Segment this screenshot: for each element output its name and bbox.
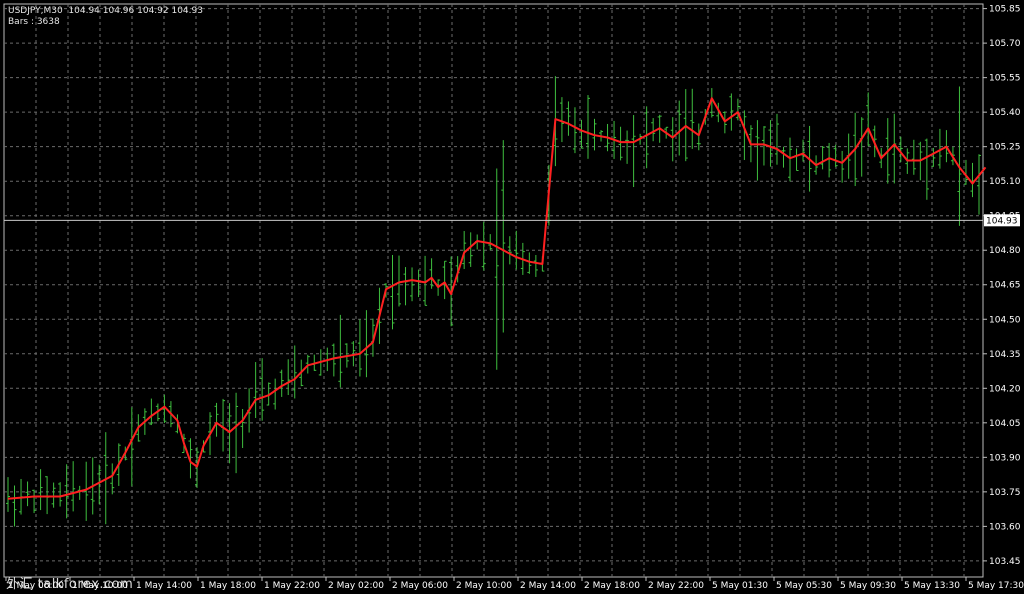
- x-tick-label: 2 May 02:00: [328, 581, 384, 591]
- y-tick-label: 103.90: [989, 453, 1021, 463]
- x-tick-label: 5 May 17:30: [968, 581, 1024, 591]
- y-tick-label: 104.35: [989, 350, 1021, 360]
- y-tick-label: 104.20: [989, 384, 1021, 394]
- y-tick-label: 105.10: [989, 177, 1021, 187]
- x-tick-label: 5 May 09:30: [840, 581, 896, 591]
- x-tick-label: 5 May 05:30: [776, 581, 832, 591]
- x-tick-label: 1 May 22:00: [264, 581, 320, 591]
- y-tick-label: 104.65: [989, 281, 1021, 291]
- y-tick-label: 103.60: [989, 522, 1021, 532]
- y-tick-label: 104.80: [989, 246, 1021, 256]
- y-tick-label: 105.85: [989, 5, 1021, 15]
- x-tick-label: 5 May 01:30: [712, 581, 768, 591]
- symbol-info: USDJPY,M30 104.94 104.96 104.92 104.93: [8, 6, 203, 16]
- y-tick-label: 104.50: [989, 315, 1021, 325]
- chart-window[interactable]: 105.85 105.70 105.55 105.40 105.25 105.10 104.…: [0, 0, 1024, 594]
- watermark-logo: 外汇 talkforex.com: [6, 577, 134, 592]
- x-tick-label: 1 May 14:00: [136, 581, 192, 591]
- y-tick-label: 105.25: [989, 143, 1021, 153]
- x-tick-label: 1 May 18:00: [200, 581, 256, 591]
- y-tick-label: 103.45: [989, 557, 1021, 567]
- y-tick-label: 105.55: [989, 74, 1021, 84]
- bars-count: Bars : 3638: [8, 17, 60, 27]
- x-tick-label: 2 May 10:00: [456, 581, 512, 591]
- x-tick-label: 2 May 14:00: [520, 581, 576, 591]
- x-tick-label: 2 May 18:00: [584, 581, 640, 591]
- y-tick-label: 104.05: [989, 419, 1021, 429]
- y-tick-label: 105.70: [989, 39, 1021, 49]
- x-tick-label: 5 May 13:30: [904, 581, 960, 591]
- price-chart[interactable]: 105.85 105.70 105.55 105.40 105.25 105.10 104.…: [0, 0, 1024, 594]
- x-tick-label: 2 May 06:00: [392, 581, 448, 591]
- y-tick-label: 105.40: [989, 108, 1021, 118]
- y-tick-label: 103.75: [989, 488, 1021, 498]
- x-tick-label: 2 May 22:00: [648, 581, 704, 591]
- current-price-label: 104.93: [986, 216, 1018, 226]
